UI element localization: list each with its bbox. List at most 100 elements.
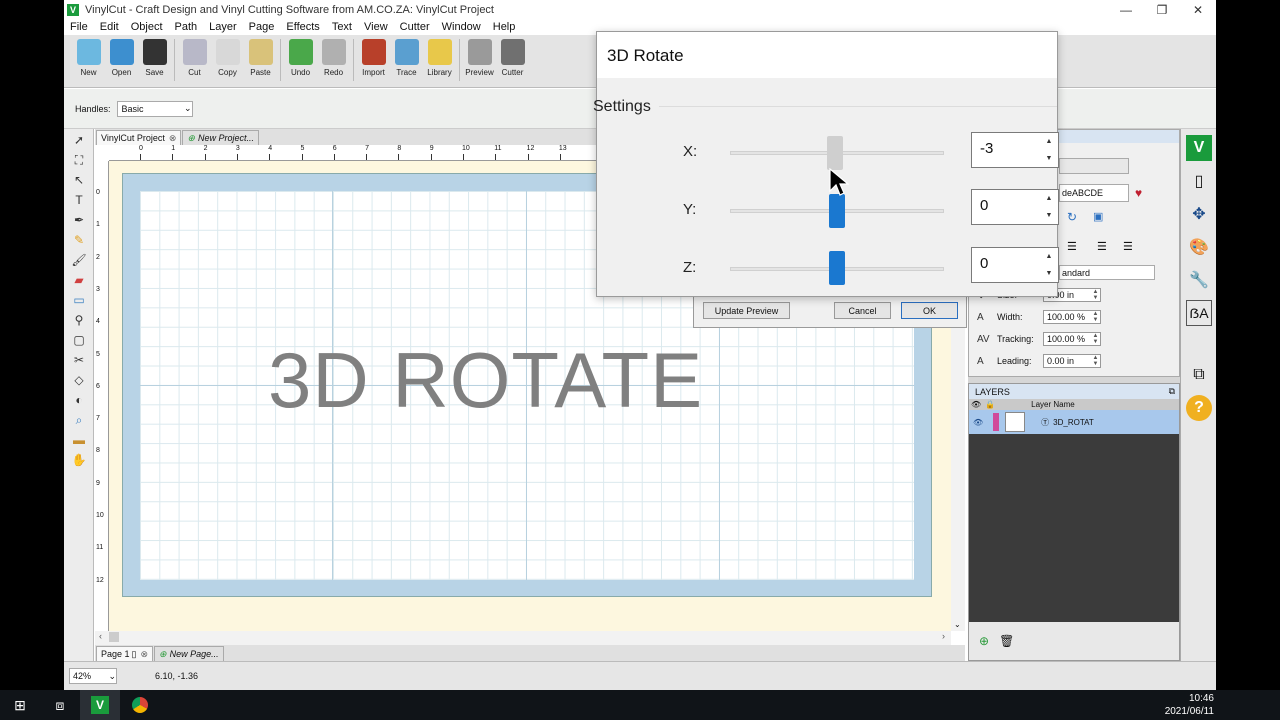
favorite-heart-icon[interactable]: ♥ xyxy=(1135,186,1142,200)
tab-page-1[interactable]: Page 1 ▯ ⊗ xyxy=(96,646,154,661)
knife-tool-icon[interactable]: ✂ xyxy=(71,352,87,368)
chevron-left-icon[interactable]: ‹ xyxy=(99,631,102,641)
scroll-thumb[interactable] xyxy=(109,632,119,642)
z-spinner-icon[interactable]: ▲ ▼ xyxy=(1040,248,1058,282)
library-button[interactable]: Library xyxy=(423,39,456,77)
y-value-input[interactable]: 0 ▲ ▼ xyxy=(971,189,1059,225)
menu-help[interactable]: Help xyxy=(487,21,522,33)
maximize-button[interactable]: ❐ xyxy=(1144,0,1180,19)
rotate-icon[interactable]: ↻ xyxy=(1067,210,1077,224)
chrome-taskbar-icon[interactable] xyxy=(120,690,160,720)
text-panel-icon[interactable]: ẞA xyxy=(1186,300,1212,326)
preview-button[interactable]: Preview xyxy=(463,39,496,77)
chevron-right-icon[interactable]: › xyxy=(942,631,945,641)
shape-tool-icon[interactable]: ▢ xyxy=(71,332,87,348)
ok-button[interactable]: OK xyxy=(901,302,958,319)
horizontal-scrollbar[interactable]: ‹ › xyxy=(95,631,951,645)
save-button[interactable]: Save xyxy=(138,39,171,77)
menu-window[interactable]: Window xyxy=(436,21,487,33)
text-options-icon[interactable]: ▣ xyxy=(1093,210,1103,223)
hand-tool-icon[interactable]: ✋ xyxy=(71,452,87,468)
windows-start-icon[interactable]: ⊞ xyxy=(0,690,40,720)
y-slider-thumb[interactable] xyxy=(829,194,845,228)
cutter-button[interactable]: Cutter xyxy=(496,39,529,77)
close-tab-icon[interactable]: ⊗ xyxy=(169,133,177,144)
z-value-input[interactable]: 0 ▲ ▼ xyxy=(971,247,1059,283)
x-slider-thumb[interactable] xyxy=(827,136,844,170)
minimize-button[interactable]: — xyxy=(1108,0,1144,19)
handles-select[interactable]: Basic ⌄ xyxy=(116,100,193,117)
tracking-input[interactable]: 100.00 % ▲ ▼ xyxy=(1043,332,1101,346)
style-select[interactable]: andard xyxy=(1059,265,1155,280)
layer-name[interactable]: 3D_ROTAT xyxy=(1053,418,1094,427)
vinylcut-taskbar-icon[interactable]: V xyxy=(80,690,120,720)
pen-tool-icon[interactable]: ✒ xyxy=(71,212,87,228)
leading-input[interactable]: 0.00 in ▲ ▼ xyxy=(1043,354,1101,368)
menu-cutter[interactable]: Cutter xyxy=(394,21,436,33)
x-value-input[interactable]: -3 ▲ ▼ xyxy=(971,132,1059,168)
delete-layer-icon[interactable]: 🗑 xyxy=(999,634,1014,648)
x-spinner-icon[interactable]: ▲ ▼ xyxy=(1040,133,1058,167)
y-spinner-icon[interactable]: ▲ ▼ xyxy=(1040,190,1058,224)
align-justify-icon[interactable]: ☰ xyxy=(1123,240,1133,253)
eraser-tool-icon[interactable]: ▰ xyxy=(71,272,87,288)
menu-object[interactable]: Object xyxy=(125,21,169,33)
font-family-select[interactable] xyxy=(1059,158,1129,174)
import-button[interactable]: Import xyxy=(357,39,390,77)
tab-vinylcut-project[interactable]: VinylCut Project ⊗ xyxy=(96,130,182,145)
align-center-icon[interactable]: ☰ xyxy=(1067,240,1077,253)
new-button[interactable]: New xyxy=(72,39,105,77)
add-layer-icon[interactable]: ⊕ xyxy=(979,634,989,648)
select-arrow-icon[interactable]: ➚ xyxy=(71,132,87,148)
eyedropper-tool-icon[interactable]: ⚲ xyxy=(71,312,87,328)
brush-tool-icon[interactable]: 🖌 xyxy=(71,252,87,268)
help-icon[interactable]: ? xyxy=(1186,395,1212,421)
menu-path[interactable]: Path xyxy=(169,21,204,33)
width-input[interactable]: 100.00 % ▲ ▼ xyxy=(1043,310,1101,324)
measure-tool-icon[interactable]: ▬ xyxy=(71,432,87,448)
panel-pin-icon[interactable]: ⧉ xyxy=(1169,386,1175,397)
layer-row[interactable]: 👁 Ⓣ 3D_ROTAT xyxy=(969,410,1179,434)
pencil-tool-icon[interactable]: ✎ xyxy=(71,232,87,248)
trace-button[interactable]: Trace xyxy=(390,39,423,77)
layers-panel-icon[interactable]: ⧉ xyxy=(1186,362,1212,388)
layer-color-swatch[interactable] xyxy=(993,413,1000,431)
page-panel-icon[interactable]: ▯ xyxy=(1186,168,1212,194)
text-tool-icon[interactable]: T xyxy=(71,192,87,208)
paste-button[interactable]: Paste xyxy=(244,39,277,77)
redo-button[interactable]: Redo xyxy=(317,39,350,77)
tab-new-page[interactable]: ⊕ New Page... xyxy=(154,646,224,661)
menu-file[interactable]: File xyxy=(64,21,94,33)
palette-panel-icon[interactable]: 🎨 xyxy=(1186,234,1212,260)
task-view-icon[interactable]: ⧈ xyxy=(40,690,80,720)
copy-button[interactable]: Copy xyxy=(211,39,244,77)
rectangle-tool-icon[interactable]: ▭ xyxy=(71,292,87,308)
font-preview-select[interactable]: deABCDE xyxy=(1059,184,1129,202)
cancel-button[interactable]: Cancel xyxy=(834,302,891,319)
spinner-icon[interactable]: ▲ ▼ xyxy=(1091,355,1100,367)
group-select-icon[interactable]: ⛶ xyxy=(71,152,87,168)
wrench-panel-icon[interactable]: 🔧 xyxy=(1186,267,1212,293)
chevron-down-icon[interactable]: ⌄ xyxy=(954,620,961,629)
align-right-icon[interactable]: ☰ xyxy=(1097,240,1107,253)
undo-button[interactable]: Undo xyxy=(284,39,317,77)
cut-button[interactable]: Cut xyxy=(178,39,211,77)
update-preview-button[interactable]: Update Preview xyxy=(703,302,790,319)
menu-view[interactable]: View xyxy=(358,21,394,33)
zoom-tool-icon[interactable]: ⌕ xyxy=(71,412,87,428)
zoom-select[interactable]: 42% ⌄ xyxy=(69,668,117,684)
spinner-icon[interactable]: ▲ ▼ xyxy=(1091,289,1100,301)
spinner-icon[interactable]: ▲ ▼ xyxy=(1091,333,1100,345)
menu-page[interactable]: Page xyxy=(243,21,281,33)
node-select-icon[interactable]: ↖ xyxy=(71,172,87,188)
canvas-text-object[interactable]: 3D ROTATE xyxy=(268,335,703,426)
vinylcut-panel-icon[interactable]: V xyxy=(1186,135,1212,161)
close-button[interactable]: ✕ xyxy=(1180,0,1216,19)
menu-text[interactable]: Text xyxy=(326,21,358,33)
transform-tool-icon[interactable]: ◇ xyxy=(71,372,87,388)
spinner-icon[interactable]: ▲ ▼ xyxy=(1091,311,1100,323)
z-slider-thumb[interactable] xyxy=(829,251,845,285)
tab-new-project[interactable]: ⊕ New Project... xyxy=(182,130,259,145)
menu-layer[interactable]: Layer xyxy=(203,21,243,33)
close-tab-icon[interactable]: ⊗ xyxy=(140,649,148,660)
